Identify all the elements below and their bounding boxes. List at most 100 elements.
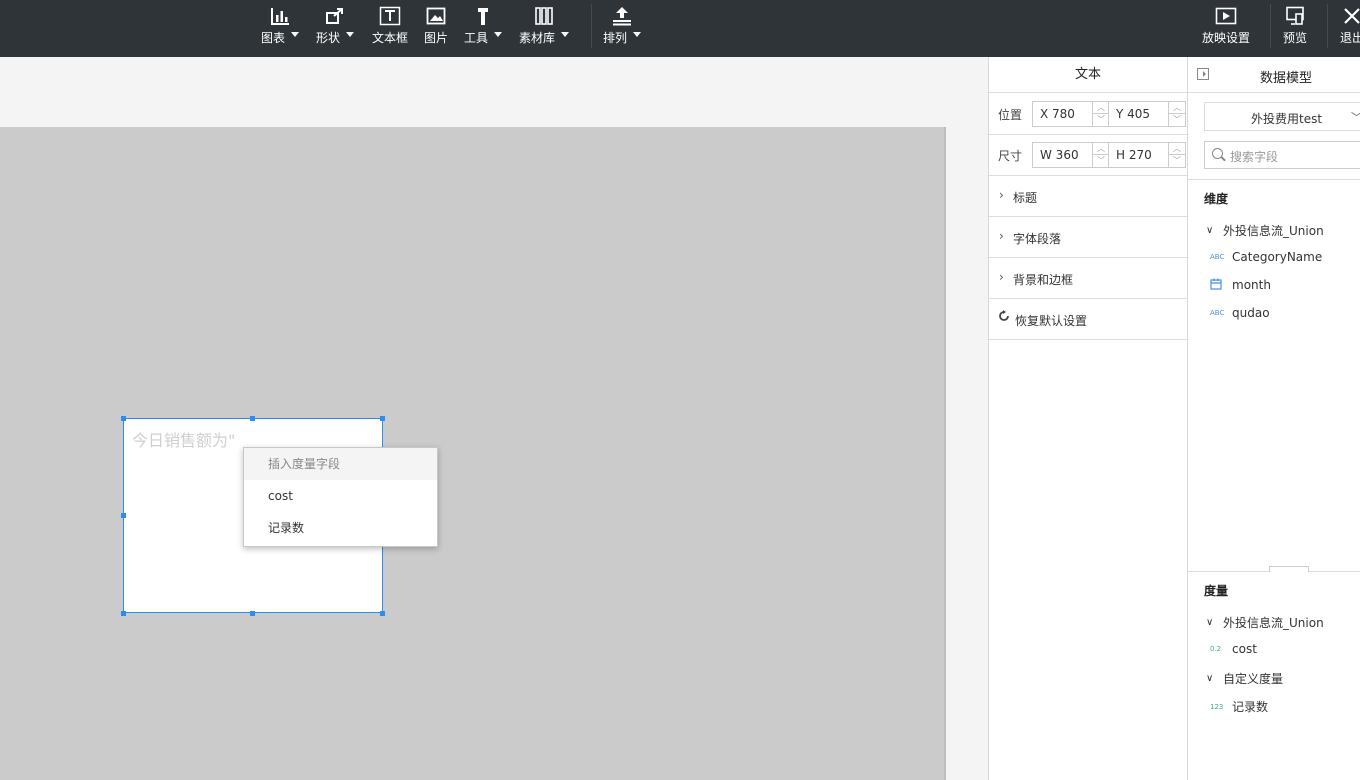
panel-splitter[interactable]	[1188, 566, 1360, 572]
page-edge	[944, 127, 946, 780]
library-icon	[533, 6, 555, 26]
splitter-grip[interactable]	[1269, 566, 1309, 572]
data-model-panel: 数据模型 外投费用test ﹀ 搜索字段 维度 ∨ 外投信息流_Union AB…	[1188, 57, 1360, 780]
section-font-paragraph[interactable]: › 字体段落	[989, 216, 1187, 258]
panel-title: 文本	[989, 57, 1187, 93]
stepper-up-icon[interactable]: ︿	[1093, 102, 1109, 114]
x-input[interactable]: X 780 ︿ ﹀	[1032, 101, 1110, 127]
tools-menu[interactable]: 工具	[463, 0, 503, 57]
section-background-border[interactable]: › 背景和边框	[989, 257, 1187, 299]
chevron-down-icon: ∨	[1206, 617, 1214, 628]
dimension-group-label: 外投信息流_Union	[1223, 224, 1324, 238]
measure-group[interactable]: ∨ 外投信息流_Union	[1206, 614, 1324, 631]
image-icon	[425, 6, 447, 26]
chart-tool[interactable]: 图表	[260, 0, 300, 57]
resize-handle-top-left[interactable]	[121, 416, 126, 421]
menu-item-record-count[interactable]: 记录数	[244, 512, 437, 544]
w-input[interactable]: W 360 ︿ ﹀	[1032, 142, 1110, 168]
field-cost[interactable]: 0.2 cost	[1210, 642, 1257, 656]
textbox-tool[interactable]: 文本框	[370, 0, 410, 57]
collapse-panel-icon[interactable]	[1197, 68, 1209, 80]
textbox-icon	[379, 6, 401, 26]
field-categoryname[interactable]: ABC CategoryName	[1210, 250, 1322, 264]
section-title-label: 标题	[1013, 191, 1038, 205]
resize-handle-bottom-left[interactable]	[121, 611, 126, 616]
field-label: month	[1232, 278, 1271, 292]
shape-tool[interactable]: 形状	[315, 0, 355, 57]
stepper-up-icon[interactable]: ︿	[1093, 143, 1109, 155]
chevron-down-icon	[561, 32, 569, 37]
preview-label: 预览	[1282, 31, 1307, 45]
chevron-down-icon: ∨	[1206, 673, 1214, 684]
section-background-label: 背景和边框	[1013, 273, 1074, 287]
stepper-down-icon[interactable]: ﹀	[1093, 155, 1109, 167]
stepper-up-icon[interactable]: ︿	[1169, 102, 1185, 114]
h-input[interactable]: H 270 ︿ ﹀	[1108, 142, 1186, 168]
decimal-field-icon: 0.2	[1210, 645, 1222, 653]
text-widget-content[interactable]: 今日销售额为"	[132, 427, 235, 451]
y-input[interactable]: Y 405 ︿ ﹀	[1108, 101, 1186, 127]
field-label: CategoryName	[1232, 250, 1323, 264]
y-stepper[interactable]: ︿ ﹀	[1168, 102, 1185, 126]
field-record-count[interactable]: 123 记录数	[1210, 698, 1268, 715]
custom-measure-group[interactable]: ∨ 自定义度量	[1206, 670, 1283, 687]
size-label: 尺寸	[998, 149, 1023, 163]
preview-icon	[1284, 6, 1306, 26]
chevron-down-icon	[346, 32, 354, 37]
chart-tool-label: 图表	[260, 31, 285, 45]
section-title[interactable]: › 标题	[989, 175, 1187, 217]
menu-item-cost[interactable]: cost	[244, 480, 437, 512]
menu-header: 插入度量字段	[244, 448, 437, 480]
dimensions-title: 维度	[1204, 192, 1229, 206]
arrange-menu-label: 排列	[602, 31, 627, 45]
shape-icon	[324, 6, 346, 26]
toolbar-divider	[591, 4, 592, 48]
chevron-down-icon: ﹀	[1351, 109, 1360, 125]
slideshow-settings-button[interactable]: 放映设置	[1200, 0, 1252, 57]
arrange-menu[interactable]: 排列	[602, 0, 642, 57]
resize-handle-bottom-right[interactable]	[380, 611, 385, 616]
image-tool[interactable]: 图片	[420, 0, 452, 57]
section-font-label: 字体段落	[1013, 232, 1062, 246]
w-stepper[interactable]: ︿ ﹀	[1092, 143, 1109, 167]
stepper-down-icon[interactable]: ﹀	[1169, 155, 1185, 167]
chevron-down-icon	[494, 32, 502, 37]
preview-button[interactable]: 预览	[1281, 0, 1309, 57]
field-search-input[interactable]: 搜索字段	[1204, 141, 1360, 169]
dimension-group[interactable]: ∨ 外投信息流_Union	[1206, 222, 1324, 239]
shape-tool-label: 形状	[315, 31, 340, 45]
x-value: X 780	[1040, 107, 1075, 121]
dataset-value: 外投费用test	[1251, 112, 1323, 126]
position-row: 位置 X 780 ︿ ﹀ Y 405 ︿ ﹀	[989, 93, 1187, 135]
custom-group-label: 自定义度量	[1223, 672, 1284, 686]
data-model-header: 数据模型	[1188, 57, 1360, 93]
chevron-down-icon	[633, 32, 641, 37]
library-menu[interactable]: 素材库	[518, 0, 570, 57]
stepper-down-icon[interactable]: ﹀	[1093, 114, 1109, 126]
tools-menu-label: 工具	[463, 31, 488, 45]
play-icon	[1215, 6, 1237, 26]
stepper-down-icon[interactable]: ﹀	[1169, 114, 1185, 126]
field-month[interactable]: month	[1210, 278, 1271, 292]
exit-button[interactable]: 退出	[1338, 0, 1360, 57]
field-label: qudao	[1232, 306, 1270, 320]
resize-handle-left[interactable]	[121, 513, 126, 518]
field-label: cost	[1232, 642, 1257, 656]
bar-chart-icon	[269, 6, 291, 26]
reset-defaults-button[interactable]: 恢复默认设置	[989, 298, 1187, 340]
stepper-up-icon[interactable]: ︿	[1169, 143, 1185, 155]
dataset-select[interactable]: 外投费用test ﹀	[1204, 102, 1360, 131]
h-stepper[interactable]: ︿ ﹀	[1168, 143, 1185, 167]
y-value: Y 405	[1116, 107, 1151, 121]
resize-handle-top-right[interactable]	[380, 416, 385, 421]
field-qudao[interactable]: ABC qudao	[1210, 306, 1270, 320]
textbox-tool-label: 文本框	[371, 31, 408, 45]
image-tool-label: 图片	[423, 31, 448, 45]
x-stepper[interactable]: ︿ ﹀	[1092, 102, 1109, 126]
chevron-down-icon: ∨	[1206, 225, 1214, 236]
resize-handle-bottom[interactable]	[250, 611, 255, 616]
resize-handle-top[interactable]	[250, 416, 255, 421]
field-label: 记录数	[1232, 700, 1269, 714]
arrange-icon	[611, 6, 633, 26]
chevron-right-icon: ›	[999, 188, 1004, 202]
